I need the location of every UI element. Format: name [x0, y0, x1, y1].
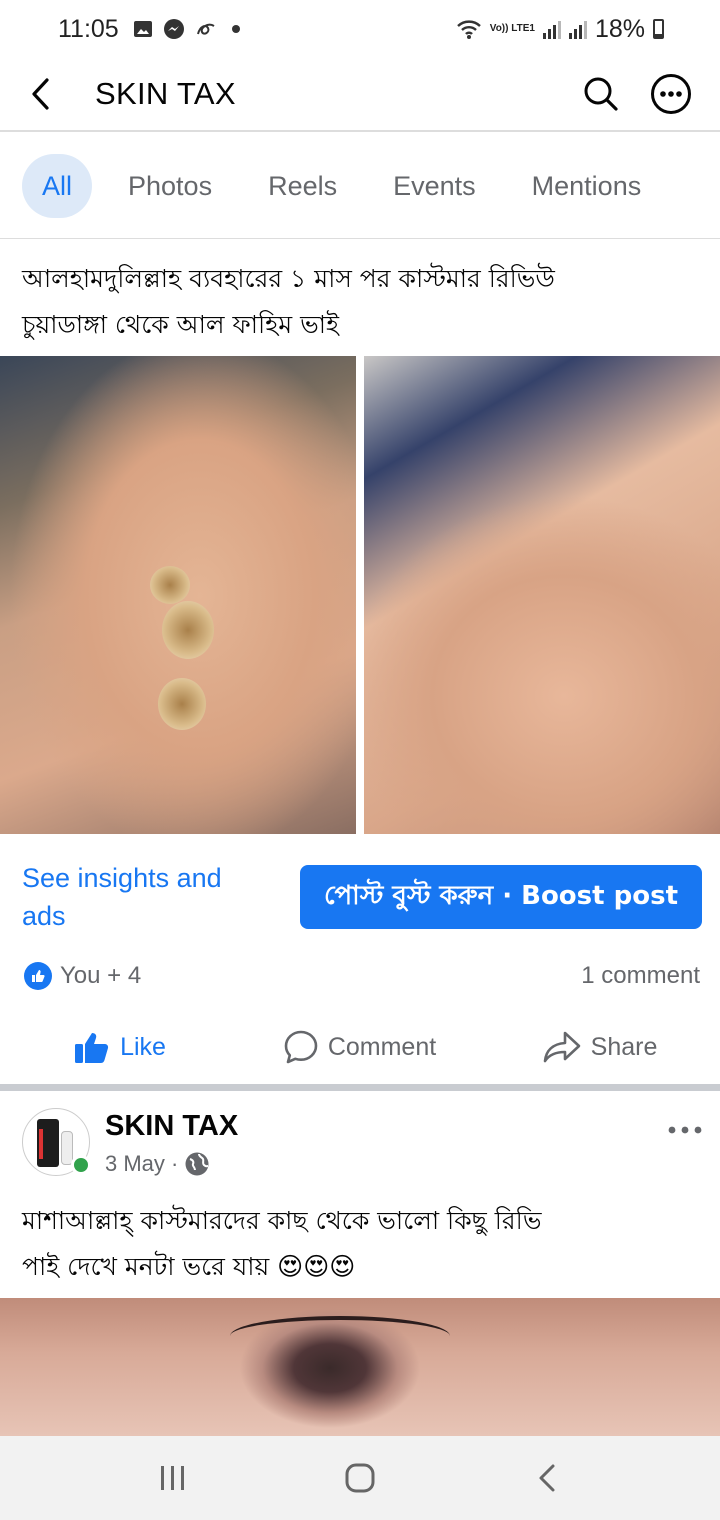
tab-reels[interactable]: Reels — [240, 154, 365, 218]
product-bottle-image — [37, 1119, 59, 1167]
share-label: Share — [590, 1032, 658, 1061]
post-more-button[interactable] — [668, 1110, 702, 1142]
post-photos — [0, 356, 720, 834]
share-button[interactable]: Share — [480, 1031, 720, 1063]
recent-apps-button[interactable] — [133, 1448, 213, 1508]
post-text-line: চুয়াডাঙ্গা থেকে আল ফাহিম ভাই — [22, 310, 339, 339]
like-label: Like — [120, 1032, 166, 1061]
comment-icon — [284, 1030, 318, 1064]
more-horizontal-icon — [668, 1126, 702, 1134]
status-time: 11:05 — [58, 14, 119, 43]
post-text: আলহামদুলিল্লাহ ব্যবহারের ১ মাস পর কাস্টম… — [22, 256, 702, 348]
see-insights-link[interactable]: See insights and ads — [22, 859, 262, 935]
post-text-line: মাশাআল্লাহ্ কাস্টমারদের কাছ থেকে ভালো কি… — [22, 1206, 542, 1235]
tab-photos[interactable]: Photos — [100, 154, 240, 218]
insights-row: See insights and ads পোস্ট বুস্ট করুন · … — [22, 852, 702, 942]
filter-tabs: All Photos Reels Events Mentions — [0, 152, 720, 220]
chevron-left-icon — [32, 78, 49, 110]
like-button[interactable]: Like — [0, 1030, 240, 1064]
signal-2-icon — [568, 19, 587, 39]
before-photo[interactable] — [0, 356, 356, 834]
recent-apps-icon — [161, 1466, 185, 1490]
battery-icon — [653, 19, 664, 39]
reaction-count[interactable]: You + 4 — [60, 962, 141, 990]
post-text-line: পাই দেখে মনটা ভরে যায় 😍😍😍 — [22, 1252, 356, 1281]
post-text: মাশাআল্লাহ্ কাস্টমারদের কাছ থেকে ভালো কি… — [22, 1198, 702, 1290]
back-icon — [539, 1464, 555, 1492]
notification-icons — [133, 18, 241, 40]
messenger-icon — [163, 19, 184, 39]
wifi-icon — [456, 20, 481, 39]
lesion-mark — [162, 601, 214, 659]
comment-count[interactable]: 1 comment — [581, 962, 700, 990]
search-button[interactable] — [566, 59, 636, 129]
reactions-row: You + 4 1 comment — [24, 952, 700, 1000]
eyelash-shape — [230, 1316, 450, 1356]
comment-button[interactable]: Comment — [240, 1030, 480, 1064]
system-back-button[interactable] — [507, 1448, 587, 1508]
avatar[interactable] — [22, 1108, 91, 1176]
like-reaction-icon — [24, 962, 52, 990]
lesion-mark — [158, 678, 206, 730]
post-date[interactable]: 3 May · — [105, 1151, 178, 1177]
after-photo[interactable] — [364, 356, 720, 834]
back-button[interactable] — [0, 57, 80, 131]
status-bar: 11:05 Vo)) LTE1 18% — [0, 0, 720, 58]
tab-events[interactable]: Events — [365, 154, 504, 218]
share-icon — [543, 1031, 580, 1063]
more-icon — [651, 74, 691, 114]
online-status-dot — [71, 1155, 91, 1175]
home-icon — [345, 1463, 375, 1493]
lesion-mark — [150, 566, 190, 604]
post-text-line: আলহামদুলিল্লাহ ব্যবহারের ১ মাস পর কাস্টম… — [22, 264, 555, 293]
post-actions: Like Comment Share — [0, 1016, 720, 1078]
page-header: SKIN TAX — [0, 58, 720, 132]
battery-percent: 18% — [594, 14, 645, 43]
network-label: Vo)) LTE1 — [489, 23, 535, 34]
divider — [0, 238, 720, 239]
tab-all[interactable]: All — [22, 154, 93, 218]
thumbs-up-icon — [75, 1033, 109, 1063]
post-separator — [0, 1084, 720, 1091]
signal-1-icon — [542, 19, 561, 39]
boost-post-button[interactable]: পোস্ট বুস্ট করুন · Boost post — [300, 865, 702, 929]
post-author-name[interactable]: SKIN TAX — [105, 1110, 238, 1143]
app-notification-icon — [196, 23, 215, 35]
tab-mentions[interactable]: Mentions — [504, 154, 670, 218]
page-title: SKIN TAX — [95, 76, 236, 111]
comment-label: Comment — [327, 1032, 437, 1061]
dot-icon — [231, 25, 240, 33]
globe-icon — [185, 1152, 209, 1176]
more-options-button[interactable] — [636, 59, 706, 129]
system-nav-bar — [0, 1436, 720, 1520]
post-image[interactable] — [0, 1298, 720, 1436]
post-header: SKIN TAX 3 May · — [22, 1108, 702, 1188]
post-timestamp: 3 May · — [105, 1151, 238, 1177]
home-button[interactable] — [320, 1448, 400, 1508]
search-icon — [584, 77, 618, 111]
gallery-icon — [133, 21, 152, 37]
